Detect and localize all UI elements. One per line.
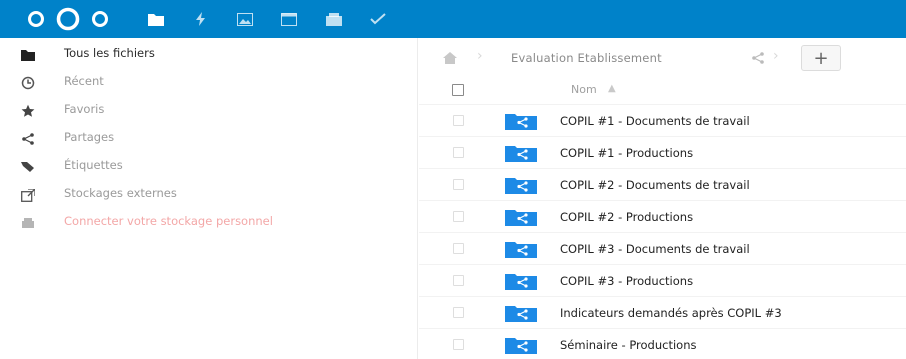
file-name[interactable]: COPIL #3 - Productions (560, 274, 693, 288)
row-checkbox[interactable] (453, 275, 464, 286)
table-row[interactable]: COPIL #2 - Productions (419, 200, 906, 232)
file-table-header: Nom ▲ (419, 76, 906, 104)
breadcrumb-separator: › (477, 48, 483, 64)
nextcloud-logo-icon[interactable] (24, 7, 112, 31)
sidebar-item-tags[interactable]: Étiquettes (0, 153, 418, 181)
row-checkbox[interactable] (453, 147, 464, 158)
shared-folder-icon (505, 338, 537, 354)
sidebar-item-label: Stockages externes (64, 186, 177, 200)
table-row[interactable]: Indicateurs demandés après COPIL #3 (419, 296, 906, 328)
home-icon[interactable] (443, 52, 457, 64)
row-checkbox[interactable] (453, 339, 464, 350)
row-checkbox[interactable] (453, 243, 464, 254)
mail-icon[interactable] (323, 9, 345, 29)
shared-folder-icon (505, 242, 537, 258)
sidebar-item-connect-storage[interactable]: Connecter votre stockage personnel (0, 209, 418, 237)
tag-icon (20, 159, 36, 175)
row-checkbox[interactable] (453, 307, 464, 318)
table-row[interactable]: COPIL #1 - Documents de travail (419, 104, 906, 136)
sidebar-item-label: Étiquettes (64, 158, 123, 172)
breadcrumb-current-folder[interactable]: Evaluation Etablissement (511, 51, 662, 65)
external-storage-icon (20, 187, 36, 203)
sidebar-item-label: Connecter votre stockage personnel (64, 214, 273, 228)
sidebar-item-all-files[interactable]: Tous les fichiers (0, 41, 418, 69)
sidebar-item-recent[interactable]: Récent (0, 69, 418, 97)
file-name[interactable]: Séminaire - Productions (560, 338, 697, 352)
select-all-checkbox[interactable] (452, 84, 464, 96)
sidebar-item-favorites[interactable]: Favoris (0, 97, 418, 125)
sidebar-item-label: Favoris (64, 102, 105, 116)
shared-folder-icon (505, 306, 537, 322)
file-name[interactable]: COPIL #3 - Documents de travail (560, 242, 750, 256)
column-header-name[interactable]: Nom (571, 83, 597, 96)
folder-icon (20, 47, 36, 63)
table-row[interactable]: Séminaire - Productions (419, 328, 906, 359)
file-name[interactable]: Indicateurs demandés après COPIL #3 (560, 306, 782, 320)
file-name[interactable]: COPIL #2 - Documents de travail (560, 178, 750, 192)
storage-connect-icon (20, 215, 36, 231)
calendar-icon[interactable] (278, 9, 300, 29)
navigation-sidebar: Tous les fichiers Récent Favoris Partage… (0, 38, 418, 359)
breadcrumb: › Evaluation Etablissement › + (419, 38, 906, 76)
shared-folder-icon (505, 274, 537, 290)
star-icon (20, 103, 36, 119)
share-icon (20, 131, 36, 147)
share-icon[interactable] (750, 52, 766, 64)
clock-icon (20, 75, 36, 91)
shared-folder-icon (505, 210, 537, 226)
files-icon[interactable] (145, 9, 167, 29)
sort-indicator: ▲ (608, 83, 616, 94)
shared-folder-icon (505, 178, 537, 194)
app-header (0, 0, 906, 38)
activity-icon[interactable] (190, 9, 212, 29)
tasks-icon[interactable] (367, 9, 389, 29)
sidebar-item-external-storage[interactable]: Stockages externes (0, 181, 418, 209)
sidebar-item-label: Partages (64, 130, 115, 144)
sidebar-item-shares[interactable]: Partages (0, 125, 418, 153)
file-name[interactable]: COPIL #2 - Productions (560, 210, 693, 224)
new-file-button[interactable]: + (801, 45, 841, 71)
row-checkbox[interactable] (453, 179, 464, 190)
shared-folder-icon (505, 114, 537, 130)
table-row[interactable]: COPIL #2 - Documents de travail (419, 168, 906, 200)
table-row[interactable]: COPIL #3 - Productions (419, 264, 906, 296)
sidebar-item-label: Récent (64, 74, 104, 88)
file-name[interactable]: COPIL #1 - Documents de travail (560, 114, 750, 128)
gallery-icon[interactable] (234, 9, 256, 29)
table-row[interactable]: COPIL #3 - Documents de travail (419, 232, 906, 264)
file-name[interactable]: COPIL #1 - Productions (560, 146, 693, 160)
row-checkbox[interactable] (453, 115, 464, 126)
sidebar-item-label: Tous les fichiers (64, 46, 155, 60)
shared-folder-icon (505, 146, 537, 162)
row-checkbox[interactable] (453, 211, 464, 222)
breadcrumb-separator: › (773, 48, 779, 64)
table-row[interactable]: COPIL #1 - Productions (419, 136, 906, 168)
